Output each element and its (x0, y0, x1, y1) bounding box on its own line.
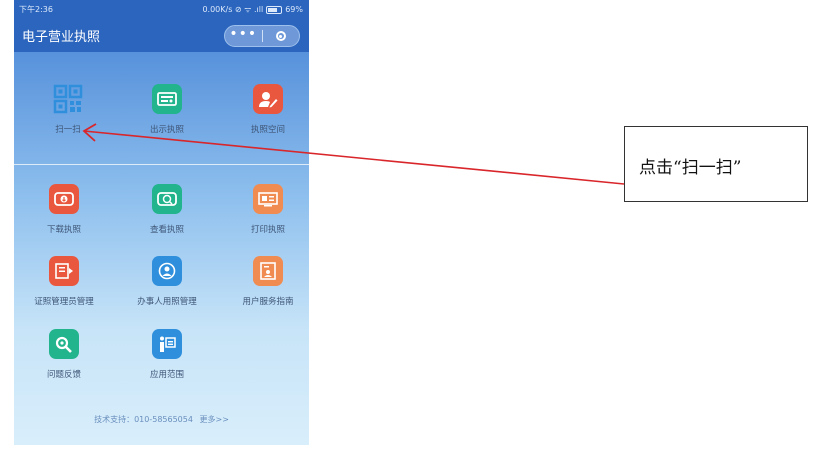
annotation-arrow (82, 123, 625, 185)
annotation-callout: 点击“扫一扫” (624, 126, 808, 202)
callout-text: 点击“扫一扫” (639, 158, 742, 178)
